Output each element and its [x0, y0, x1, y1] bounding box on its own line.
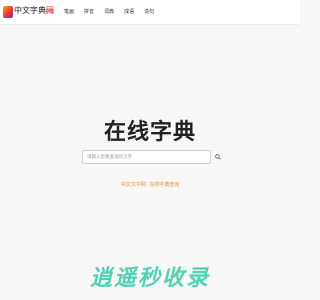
watermark-text: 逍遥秒收录 [89, 266, 210, 291]
search-box [82, 150, 211, 164]
site-logo[interactable]: 中文字典网 [3, 4, 54, 20]
search-icon [215, 154, 221, 160]
search-input[interactable] [87, 152, 207, 163]
nav-item-chengyu[interactable]: 成语 [124, 0, 134, 24]
link-home[interactable]: 中文汉字网 [121, 182, 146, 188]
nav-item-pinyin[interactable]: 拼音 [84, 0, 94, 24]
link-online-dict[interactable]: 在线字典查询 [149, 182, 179, 188]
nav-item-zaoju[interactable]: 造句 [144, 0, 154, 24]
nav-item-cidian[interactable]: 词典 [104, 0, 114, 24]
quick-links: 中文汉字网 在线字典查询 [0, 181, 300, 188]
search-button[interactable] [214, 152, 222, 162]
nav-item-zidian[interactable]: 字典 [44, 0, 54, 24]
nav-item-bihua[interactable]: 笔画 [64, 0, 74, 24]
top-nav-bar: 中文字典网 字典 笔画 拼音 词典 成语 造句 [0, 0, 300, 25]
main-nav: 字典 笔画 拼音 词典 成语 造句 [44, 0, 164, 24]
page-title: 在线字典 [103, 120, 196, 145]
logo-icon [3, 6, 13, 18]
